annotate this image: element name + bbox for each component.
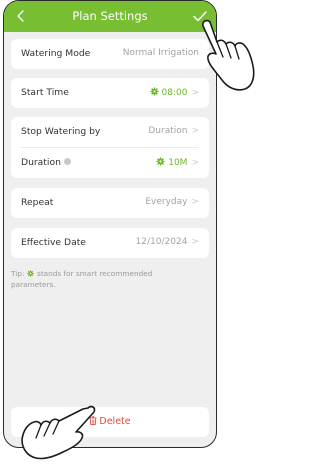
gear-icon [156,157,165,166]
duration-label: Duration [21,157,61,168]
chevron-right-icon: > [191,158,199,168]
stop-watering-by-row[interactable]: Stop Watering by Duration > [11,117,209,147]
stop-watering-by-value-wrap: Duration > [148,126,199,136]
watering-mode-card: Watering Mode Normal Irrigation [11,39,209,69]
repeat-value-wrap: Everyday > [145,197,199,207]
stop-watering-by-label: Stop Watering by [21,126,101,137]
app-header: Plan Settings [4,1,216,32]
start-time-value-wrap: 08:00 > [149,87,199,98]
phone-screen: Plan Settings Watering Mode Normal Irrig… [3,0,217,448]
watering-mode-value: Normal Irrigation [122,48,199,58]
start-time-value: 08:00 [161,88,188,98]
pointing-hand-icon [21,405,96,460]
repeat-label: Repeat [21,197,54,208]
gear-icon [27,270,34,277]
pointing-hand-icon [202,19,255,91]
start-time-row[interactable]: Start Time 08:00 > [11,78,209,108]
duration-label-wrap: Duration [21,157,71,168]
effective-date-card: Effective Date 12/10/2024 > [11,228,209,258]
repeat-row[interactable]: Repeat Everyday > [11,188,209,218]
effective-date-value: 12/10/2024 [135,237,188,247]
chevron-right-icon: > [191,197,199,207]
repeat-card: Repeat Everyday > [11,188,209,218]
effective-date-label: Effective Date [21,237,86,248]
repeat-value: Everyday [145,197,188,207]
tip-prefix: Tip: [11,269,25,278]
duration-value-wrap: 10M > [156,157,199,168]
start-time-label: Start Time [21,87,69,98]
watering-mode-label: Watering Mode [21,48,91,59]
page-title: Plan Settings [72,9,148,23]
chevron-right-icon: > [191,237,199,247]
stop-watering-by-value: Duration [148,126,188,136]
duration-row[interactable]: Duration 10M > [11,148,209,178]
effective-date-row[interactable]: Effective Date 12/10/2024 > [11,228,209,258]
duration-value: 10M [168,158,188,168]
delete-label: Delete [99,416,131,427]
tip-text: Tip: stands for smart recommended parame… [11,268,186,290]
start-time-card: Start Time 08:00 > [11,78,209,108]
gear-icon [149,87,159,96]
effective-date-value-wrap: 12/10/2024 > [136,237,199,247]
chevron-right-icon: > [191,126,199,136]
info-icon[interactable] [63,158,71,165]
watering-mode-row[interactable]: Watering Mode Normal Irrigation [11,39,209,69]
stop-watering-card: Stop Watering by Duration > Duration 10M > [11,117,209,178]
